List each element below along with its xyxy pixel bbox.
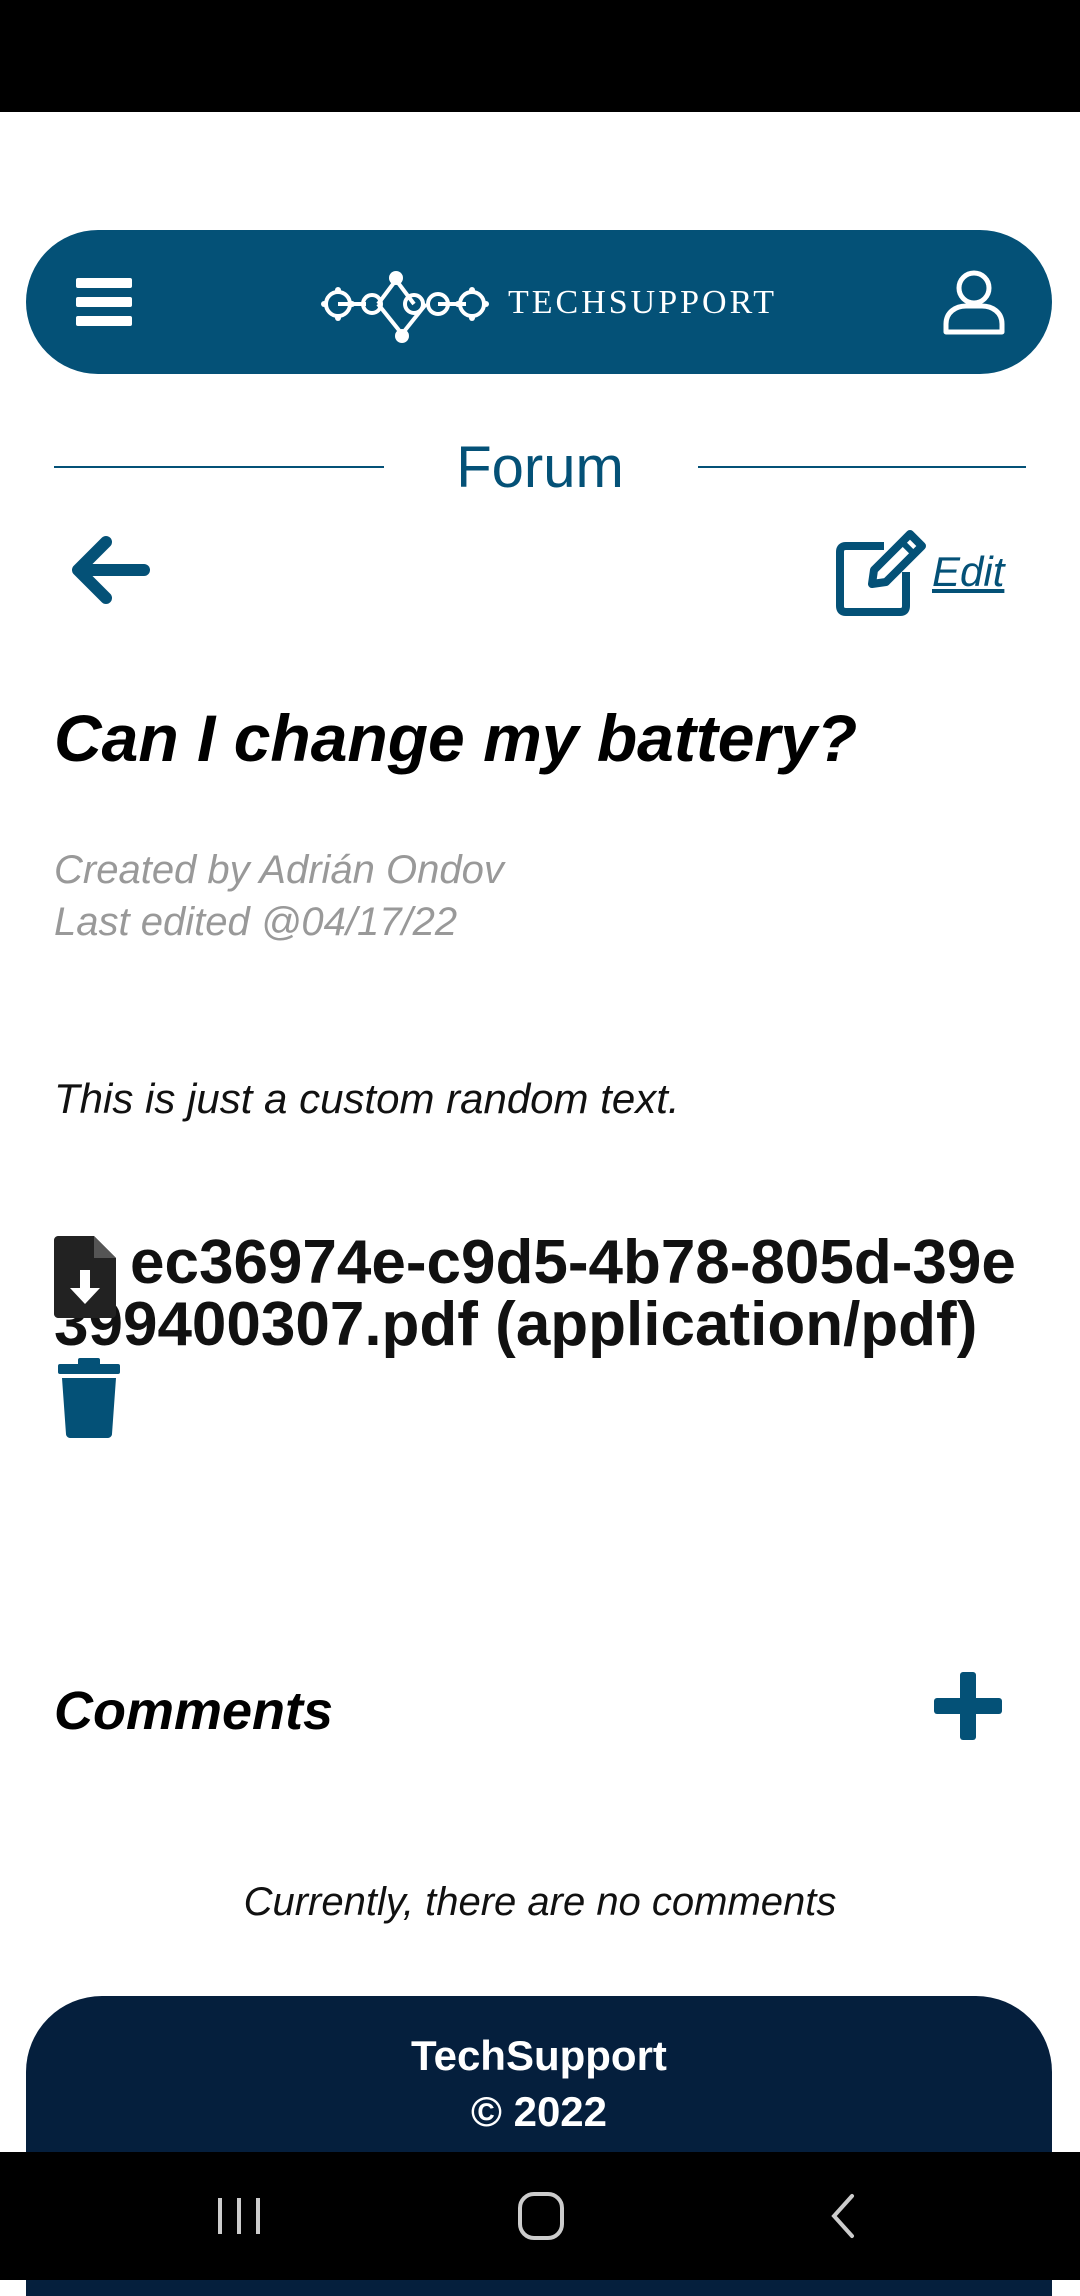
- edit-label: Edit: [932, 548, 1005, 595]
- hamburger-menu-icon[interactable]: [76, 274, 136, 330]
- gear-network-icon: [321, 271, 489, 343]
- system-navigation-bar: [0, 2152, 1080, 2280]
- comments-title: Comments: [54, 1681, 334, 1741]
- status-bar: [0, 0, 1080, 112]
- edit-icon: [836, 530, 926, 616]
- back-arrow-icon[interactable]: [70, 528, 154, 612]
- techsupport-logo[interactable]: TECHSUPPORT: [316, 258, 796, 348]
- post-body: This is just a custom random text.: [54, 1075, 680, 1122]
- brand-name: TECHSUPPORT: [508, 284, 778, 321]
- post-last-edited: Last edited @04/17/22: [54, 900, 458, 944]
- recent-apps-icon[interactable]: [204, 2186, 274, 2246]
- divider-right: [698, 466, 1026, 468]
- file-download-icon[interactable]: [54, 1236, 116, 1318]
- app-header: TECHSUPPORT: [26, 230, 1052, 374]
- attachment-filename[interactable]: ec36974e-c9d5-4b78-805d-39e399400307.pdf…: [54, 1228, 1016, 1359]
- trash-icon[interactable]: [54, 1356, 124, 1438]
- add-comment-plus-icon[interactable]: [930, 1668, 1006, 1744]
- attachment: ec36974e-c9d5-4b78-805d-39e399400307.pdf…: [54, 1232, 1044, 1512]
- footer-copyright: © 2022: [470, 2088, 608, 2135]
- post-title: Can I change my battery?: [54, 701, 858, 775]
- home-icon[interactable]: [505, 2186, 575, 2246]
- post-author: Created by Adrián Ondov: [54, 848, 504, 892]
- footer-brand: TechSupport: [411, 2032, 667, 2079]
- back-icon[interactable]: [808, 2186, 878, 2246]
- user-icon[interactable]: [938, 266, 1010, 338]
- edit-button[interactable]: Edit: [834, 526, 1014, 616]
- no-comments-message: Currently, there are no comments: [243, 1880, 837, 1924]
